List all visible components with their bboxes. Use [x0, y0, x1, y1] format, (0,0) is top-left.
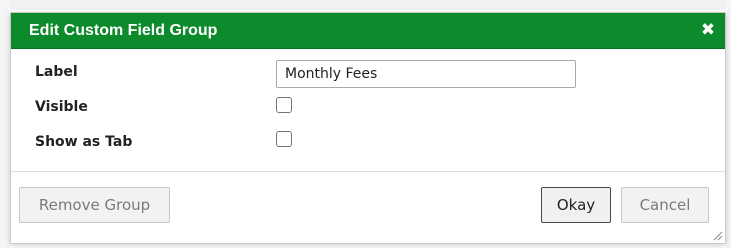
close-icon[interactable]: ✖ — [697, 19, 719, 41]
show-as-tab-field-label: Show as Tab — [35, 134, 133, 150]
footer-divider — [11, 171, 725, 172]
visible-checkbox[interactable] — [276, 97, 292, 113]
page-background-top — [0, 0, 731, 10]
edit-custom-field-group-dialog: Edit Custom Field Group ✖ Label Visible … — [10, 12, 726, 244]
okay-button[interactable]: Okay — [541, 187, 611, 223]
show-as-tab-checkbox[interactable] — [276, 131, 292, 147]
remove-group-button[interactable]: Remove Group — [19, 187, 170, 223]
page-background-left — [0, 0, 10, 248]
label-field-label: Label — [35, 64, 78, 80]
resize-grip-icon[interactable] — [711, 229, 723, 241]
page-background-right — [726, 0, 731, 248]
label-input[interactable] — [276, 60, 576, 88]
cancel-button[interactable]: Cancel — [621, 187, 709, 223]
dialog-title: Edit Custom Field Group — [29, 22, 218, 39]
visible-field-label: Visible — [35, 99, 88, 115]
dialog-titlebar[interactable]: Edit Custom Field Group ✖ — [11, 13, 725, 49]
